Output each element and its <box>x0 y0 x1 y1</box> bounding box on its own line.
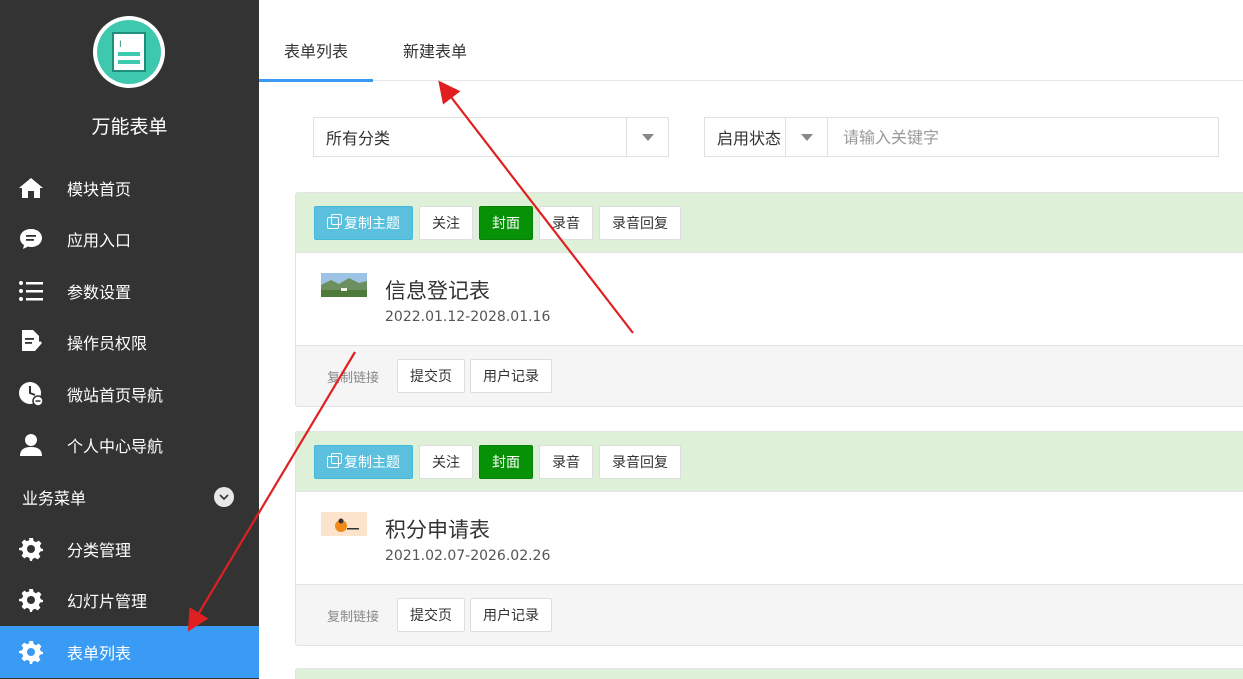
search-input[interactable] <box>827 117 1219 157</box>
svg-text:I: I <box>119 40 122 50</box>
sidebar-nav: 模块首页 应用入口 参数设置 操作员权限 微站首页导航 个人中心导航 业务菜单 <box>0 162 259 522</box>
form-card: 复制主题 关注 封面 录音 录音回复 信息登记表 2022.01.12-2028… <box>295 192 1243 407</box>
form-date-range: 2021.02.07-2026.02.26 <box>385 548 551 564</box>
status-select-value: 启用状态 <box>717 129 782 148</box>
sidebar-item-app-entry[interactable]: 应用入口 <box>0 214 259 266</box>
card-toolbar: 复制主题 关注 封面 录音 录音回复 <box>296 193 1243 253</box>
cover-button[interactable]: 封面 <box>479 444 533 479</box>
sidebar-item-category-management[interactable]: 分类管理 <box>0 523 259 575</box>
chevron-down-icon[interactable] <box>785 118 827 156</box>
sidebar-item-module-home[interactable]: 模块首页 <box>0 162 259 214</box>
edit-document-icon <box>18 329 44 355</box>
copy-theme-button[interactable]: 复制主题 <box>314 205 413 240</box>
record-reply-button[interactable]: 录音回复 <box>599 205 681 240</box>
sidebar-item-label: 分类管理 <box>67 540 132 560</box>
sidebar: I 万能表单 模块首页 应用入口 参数设置 操作员权限 微站首页导航 个人中心导… <box>0 0 259 679</box>
sidebar-item-label: 应用入口 <box>67 231 132 251</box>
follow-button[interactable]: 关注 <box>419 444 473 479</box>
form-card: 复制主题 关注 封面 录音 录音回复 积分申请表 2021.02.07-2026… <box>295 431 1243 646</box>
app-title: 万能表单 <box>91 116 168 138</box>
button-label: 复制主题 <box>344 454 400 471</box>
sidebar-sub-list: 分类管理 幻灯片管理 表单列表 <box>0 523 259 678</box>
card-toolbar: 复制主题 关注 封面 录音 录音回复 <box>296 432 1243 492</box>
sidebar-item-operator-permissions[interactable]: 操作员权限 <box>0 317 259 369</box>
submit-page-button[interactable]: 提交页 <box>397 359 466 393</box>
form-title[interactable]: 信息登记表 <box>385 275 490 305</box>
list-icon <box>18 278 44 304</box>
copy-link-label[interactable]: 复制链接 <box>327 606 379 625</box>
copy-link-label[interactable]: 复制链接 <box>327 367 379 386</box>
chevron-down-icon[interactable] <box>214 486 234 507</box>
sidebar-group-label: 业务菜单 <box>22 488 87 508</box>
copy-theme-button[interactable]: 复制主题 <box>314 444 413 479</box>
follow-button[interactable]: 关注 <box>419 205 473 240</box>
card-body: 信息登记表 2022.01.12-2028.01.16 <box>296 253 1243 346</box>
status-select[interactable]: 启用状态 <box>704 117 828 157</box>
cartoon-thumbnail[interactable] <box>321 512 367 536</box>
user-icon <box>18 432 44 458</box>
form-title[interactable]: 积分申请表 <box>385 514 490 544</box>
sidebar-item-microsite-nav[interactable]: 微站首页导航 <box>0 368 259 420</box>
sidebar-item-label: 表单列表 <box>67 643 132 663</box>
card-footer: 复制链接 提交页 用户记录 <box>296 585 1243 645</box>
sidebar-item-label: 微站首页导航 <box>67 385 164 405</box>
record-button[interactable]: 录音 <box>539 205 593 240</box>
sidebar-item-slideshow-management[interactable]: 幻灯片管理 <box>0 575 259 627</box>
gear-icon <box>18 587 44 613</box>
submit-page-button[interactable]: 提交页 <box>397 598 466 632</box>
user-records-button[interactable]: 用户记录 <box>470 598 553 632</box>
sidebar-item-label: 幻灯片管理 <box>67 592 148 612</box>
card-footer: 复制链接 提交页 用户记录 <box>296 346 1243 406</box>
button-label: 复制主题 <box>344 215 400 232</box>
record-button[interactable]: 录音 <box>539 444 593 479</box>
form-date-range: 2022.01.12-2028.01.16 <box>385 309 551 325</box>
cover-button[interactable]: 封面 <box>479 205 533 240</box>
sidebar-item-label: 模块首页 <box>67 179 132 199</box>
app-logo: I <box>93 16 165 88</box>
tab-new-form[interactable]: 新建表单 <box>395 0 475 81</box>
form-document-icon: I <box>112 32 146 72</box>
tab-bar: 表单列表 新建表单 <box>259 0 1243 82</box>
chevron-down-icon[interactable] <box>626 118 668 156</box>
copy-icon <box>327 213 342 229</box>
card-body: 积分申请表 2021.02.07-2026.02.26 <box>296 492 1243 585</box>
chat-bubble-icon <box>18 226 44 252</box>
landscape-thumbnail[interactable] <box>321 273 367 297</box>
gear-icon <box>18 536 44 562</box>
category-select[interactable]: 所有分类 <box>313 117 669 157</box>
category-select-value: 所有分类 <box>326 129 391 148</box>
sidebar-item-settings[interactable]: 参数设置 <box>0 265 259 317</box>
gear-icon <box>18 639 44 665</box>
home-icon <box>18 175 44 201</box>
form-card <box>295 668 1243 679</box>
sidebar-item-label: 操作员权限 <box>67 334 148 354</box>
sidebar-item-personal-center-nav[interactable]: 个人中心导航 <box>0 420 259 472</box>
tab-form-list[interactable]: 表单列表 <box>259 0 373 82</box>
user-records-button[interactable]: 用户记录 <box>470 359 553 393</box>
copy-icon <box>327 452 342 468</box>
sidebar-item-label: 参数设置 <box>67 282 132 302</box>
sidebar-group-business-menu[interactable]: 业务菜单 <box>0 471 259 522</box>
record-reply-button[interactable]: 录音回复 <box>599 444 681 479</box>
sidebar-item-form-list[interactable]: 表单列表 <box>0 626 259 678</box>
clock-icon <box>18 381 44 407</box>
sidebar-item-label: 个人中心导航 <box>67 437 164 457</box>
